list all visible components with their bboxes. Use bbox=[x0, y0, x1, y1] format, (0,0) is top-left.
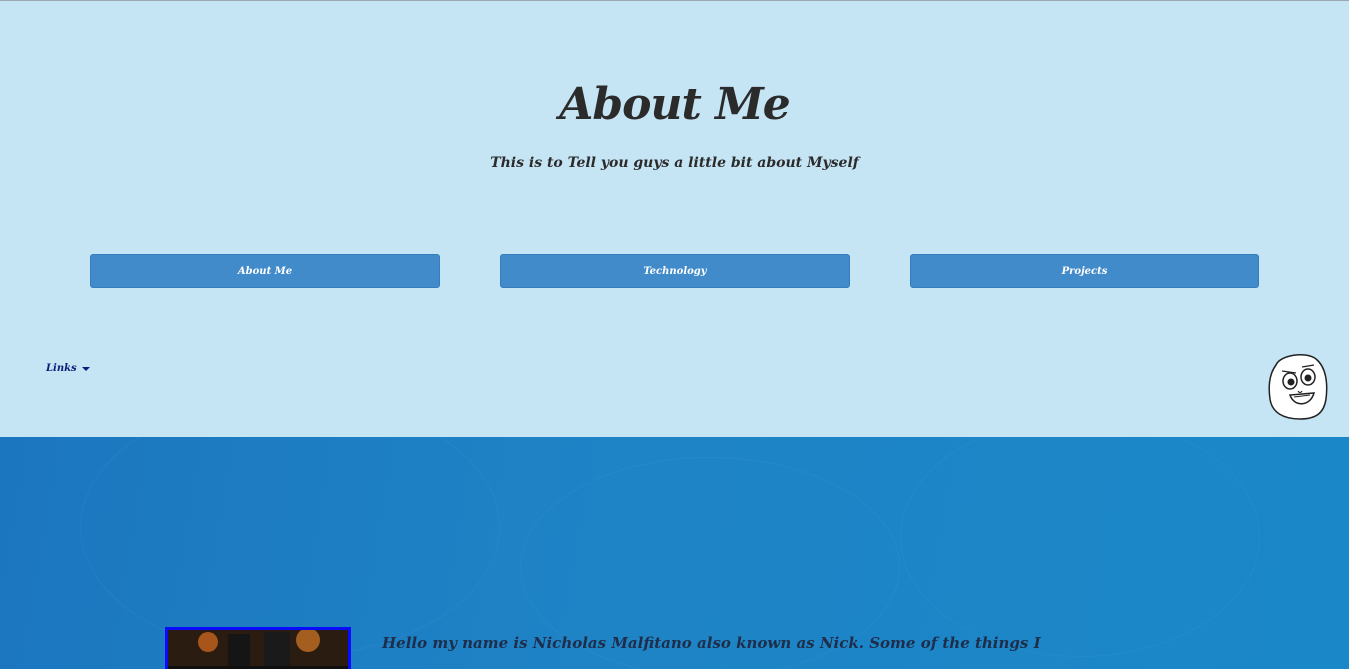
content-section: Hello my name is Nicholas Malfitano also… bbox=[0, 437, 1349, 669]
page-title: About Me bbox=[559, 79, 791, 130]
background-texture bbox=[80, 437, 500, 657]
background-texture bbox=[900, 437, 1260, 657]
game-cover-art bbox=[168, 630, 348, 669]
links-dropdown[interactable]: Links bbox=[46, 363, 90, 374]
technology-button[interactable]: Technology bbox=[500, 254, 850, 288]
game-cover-image bbox=[165, 627, 351, 669]
projects-button[interactable]: Projects bbox=[910, 254, 1259, 288]
links-label: Links bbox=[46, 363, 77, 374]
intro-paragraph: Hello my name is Nicholas Malfitano also… bbox=[382, 634, 1041, 652]
caret-down-icon bbox=[81, 366, 90, 371]
page-subtitle: This is to Tell you guys a little bit ab… bbox=[490, 155, 859, 171]
about-me-button[interactable]: About Me bbox=[90, 254, 440, 288]
header-section: About Me This is to Tell you guys a litt… bbox=[0, 1, 1349, 437]
meme-face-image bbox=[1268, 353, 1328, 420]
